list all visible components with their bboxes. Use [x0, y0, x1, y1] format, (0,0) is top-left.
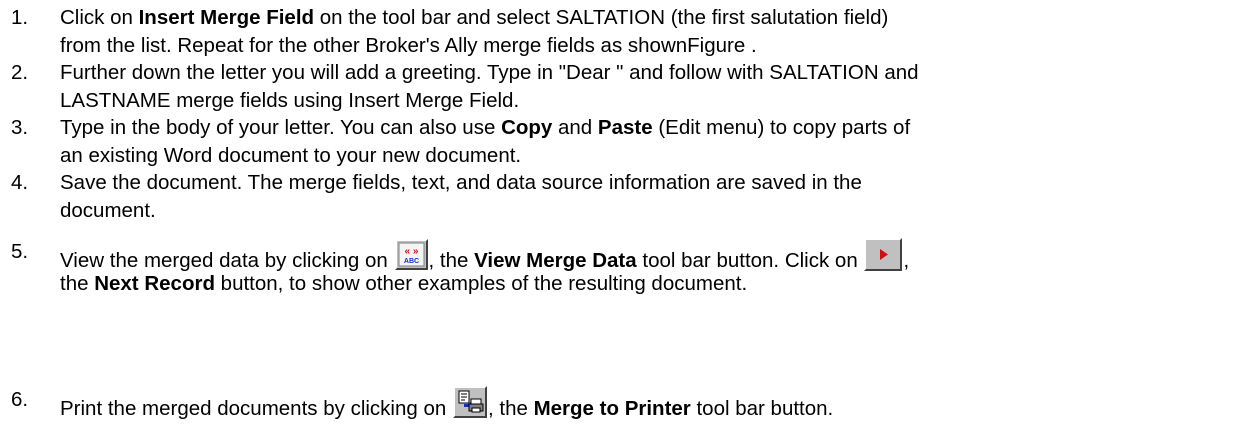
- step-number: 5.: [11, 240, 29, 263]
- svg-text:« »: « »: [404, 246, 418, 257]
- merge-to-printer-icon: [458, 390, 484, 413]
- next-record-icon: [880, 249, 889, 260]
- merge-to-printer-button[interactable]: [452, 386, 487, 418]
- step-6: 6. Print the merged documents by clickin…: [0, 386, 1248, 420]
- svg-text:ABC: ABC: [403, 258, 418, 265]
- step-line: Further down the letter you will add a g…: [60, 61, 919, 84]
- step-number: 1.: [11, 6, 29, 29]
- step-line: Print the merged documents by clicking o…: [60, 386, 833, 423]
- step-line: Type in the body of your letter. You can…: [60, 116, 911, 139]
- step-1: 1. Click on Insert Merge Field on the to…: [0, 4, 1248, 60]
- step-line: Save the document. The merge fields, tex…: [60, 171, 862, 194]
- view-merge-data-button[interactable]: « » ABC: [394, 239, 428, 270]
- step-3: 3. Type in the body of your letter. You …: [0, 114, 1248, 170]
- step-number: 3.: [11, 116, 29, 139]
- step-line: document.: [60, 199, 156, 222]
- step-line: an existing Word document to your new do…: [60, 144, 522, 167]
- copy-term: Copy: [501, 116, 553, 139]
- paste-term: Paste: [597, 116, 653, 139]
- step-line: Click on Insert Merge Field on the tool …: [60, 6, 889, 29]
- view-merge-data-term: View Merge Data: [474, 249, 637, 272]
- next-record-term: Next Record: [94, 272, 215, 295]
- step-line: from the list. Repeat for the other Brok…: [60, 34, 757, 57]
- step-line: LASTNAME merge fields using Insert Merge…: [60, 89, 520, 112]
- step-number: 2.: [11, 61, 29, 84]
- step-4: 4. Save the document. The merge fields, …: [0, 169, 1248, 225]
- step-number: 6.: [11, 388, 29, 411]
- next-record-button[interactable]: [864, 238, 903, 271]
- step-line: the Next Record button, to show other ex…: [60, 272, 748, 295]
- step-5: 5. View the merged data by clicking on «…: [0, 238, 1248, 298]
- step-number: 4.: [11, 171, 29, 194]
- view-merge-data-icon: « »ABC: [398, 242, 425, 267]
- instruction-document: 1. Click on Insert Merge Field on the to…: [0, 0, 1252, 437]
- merge-to-printer-term: Merge to Printer: [533, 397, 691, 420]
- step-2: 2. Further down the letter you will add …: [0, 59, 1248, 115]
- insert-merge-field-term: Insert Merge Field: [138, 6, 315, 29]
